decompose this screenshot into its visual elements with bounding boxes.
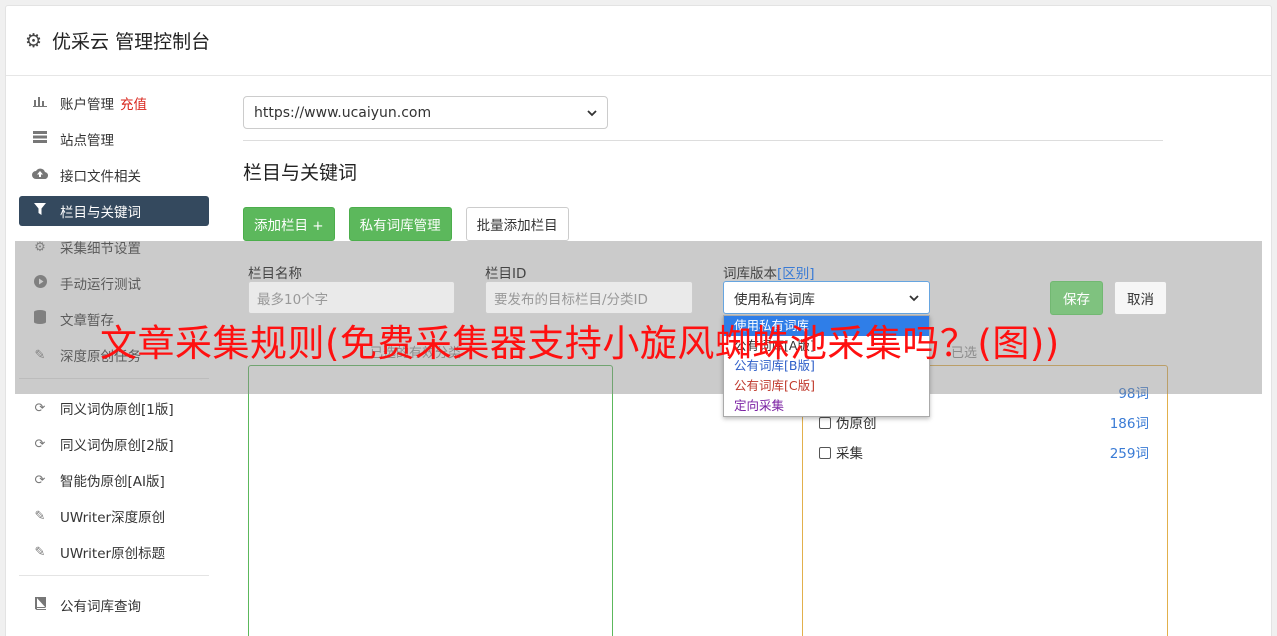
site-select[interactable]: https://www.ucaiyun.com bbox=[243, 96, 608, 129]
sidebar-item-label: 公有词库查询 bbox=[60, 599, 141, 615]
modal-overlay bbox=[15, 241, 1262, 394]
book-icon bbox=[31, 596, 49, 614]
dropdown-option[interactable]: 定向采集 bbox=[724, 396, 929, 416]
main-content: https://www.ucaiyun.com 栏目与关键词 添加栏目 + 私有… bbox=[243, 96, 1163, 241]
library-row-count: 186词 bbox=[1109, 416, 1149, 432]
lib-version-diff-link[interactable]: [区别] bbox=[777, 266, 815, 282]
library-row-label: 采集 bbox=[836, 446, 863, 462]
sidebar-item-uwriter-title[interactable]: ✎ UWriter原创标题 bbox=[19, 537, 209, 567]
sidebar-item-account[interactable]: 账户管理 充值 bbox=[19, 88, 209, 118]
sidebar-item-ai-rewrite[interactable]: ⟳ 智能伪原创[AI版] bbox=[19, 465, 209, 495]
refresh-icon: ⟳ bbox=[34, 436, 46, 452]
column-list-box bbox=[248, 365, 613, 636]
edit-icon: ✎ bbox=[34, 544, 46, 560]
app-title: 优采云 管理控制台 bbox=[52, 31, 211, 53]
library-row-label: 伪原创 bbox=[836, 416, 877, 432]
add-column-button[interactable]: 添加栏目 + bbox=[243, 207, 335, 241]
lib-version-select[interactable]: 使用私有词库 bbox=[723, 281, 930, 314]
divider bbox=[243, 140, 1163, 141]
sidebar-item-label: 智能伪原创[AI版] bbox=[60, 474, 165, 490]
chevron-down-icon bbox=[587, 105, 597, 121]
sidebar-item-columns[interactable]: 栏目与关键词 bbox=[19, 196, 209, 226]
column-id-label: 栏目ID bbox=[485, 266, 527, 282]
library-row-count: 259词 bbox=[1109, 446, 1149, 462]
sidebar-item-synonym-v1[interactable]: ⟳ 同义词伪原创[1版] bbox=[19, 393, 209, 423]
recharge-link[interactable]: 充值 bbox=[120, 93, 147, 113]
checkbox[interactable] bbox=[819, 447, 831, 459]
lib-version-label-text: 词库版本 bbox=[723, 266, 777, 282]
cloud-upload-icon bbox=[31, 167, 49, 183]
dropdown-option[interactable]: 公有词库[C版] bbox=[724, 376, 929, 396]
cancel-button[interactable]: 取消 bbox=[1114, 281, 1167, 315]
bar-chart-icon bbox=[31, 95, 49, 111]
sidebar-item-label: 站点管理 bbox=[60, 133, 114, 149]
top-bar: ⚙ 优采云 管理控制台 bbox=[6, 6, 1271, 76]
refresh-icon: ⟳ bbox=[34, 472, 46, 488]
sidebar-item-label: 栏目与关键词 bbox=[60, 205, 141, 221]
sidebar-item-label: 同义词伪原创[1版] bbox=[60, 402, 174, 418]
site-select-value: https://www.ucaiyun.com bbox=[254, 104, 432, 121]
sidebar-item-synonym-v2[interactable]: ⟳ 同义词伪原创[2版] bbox=[19, 429, 209, 459]
column-name-input[interactable]: 最多10个字 bbox=[248, 281, 455, 314]
sidebar-divider bbox=[19, 575, 209, 576]
gear-icon: ⚙ bbox=[25, 29, 43, 52]
server-icon bbox=[31, 131, 49, 147]
lib-version-value: 使用私有词库 bbox=[734, 291, 815, 308]
filter-icon bbox=[31, 203, 49, 219]
sidebar-item-public-lib[interactable]: 公有词库查询 bbox=[19, 590, 209, 620]
sidebar-item-label: 接口文件相关 bbox=[60, 169, 141, 185]
sidebar-item-interface[interactable]: 接口文件相关 bbox=[19, 160, 209, 190]
lib-version-label: 词库版本[区别] bbox=[723, 262, 815, 282]
sidebar-item-label: 账户管理 bbox=[60, 97, 114, 113]
save-button[interactable]: 保存 bbox=[1050, 281, 1103, 315]
library-row[interactable]: 采集 259词 bbox=[819, 442, 1149, 462]
section-title: 栏目与关键词 bbox=[243, 162, 358, 184]
chevron-down-icon bbox=[909, 290, 919, 306]
sidebar-item-uwriter-deep[interactable]: ✎ UWriter深度原创 bbox=[19, 501, 209, 531]
overlay-banner-text: 文章采集规则(免费采集器支持小旋风蜘蛛池采集吗？(图)) bbox=[100, 322, 1060, 365]
checkbox[interactable] bbox=[819, 417, 831, 429]
sidebar-item-label: UWriter原创标题 bbox=[60, 546, 166, 562]
batch-add-button[interactable]: 批量添加栏目 bbox=[465, 207, 569, 241]
refresh-icon: ⟳ bbox=[34, 400, 46, 416]
toolbar: 添加栏目 + 私有词库管理 批量添加栏目 bbox=[243, 207, 1163, 241]
private-lib-button[interactable]: 私有词库管理 bbox=[348, 207, 452, 241]
sidebar-item-label: 同义词伪原创[2版] bbox=[60, 438, 174, 454]
sidebar-item-label: UWriter深度原创 bbox=[60, 510, 166, 526]
column-name-label: 栏目名称 bbox=[248, 266, 302, 282]
column-id-input[interactable]: 要发布的目标栏目/分类ID bbox=[485, 281, 693, 314]
sidebar-item-sites[interactable]: 站点管理 bbox=[19, 124, 209, 154]
edit-icon: ✎ bbox=[34, 508, 46, 524]
